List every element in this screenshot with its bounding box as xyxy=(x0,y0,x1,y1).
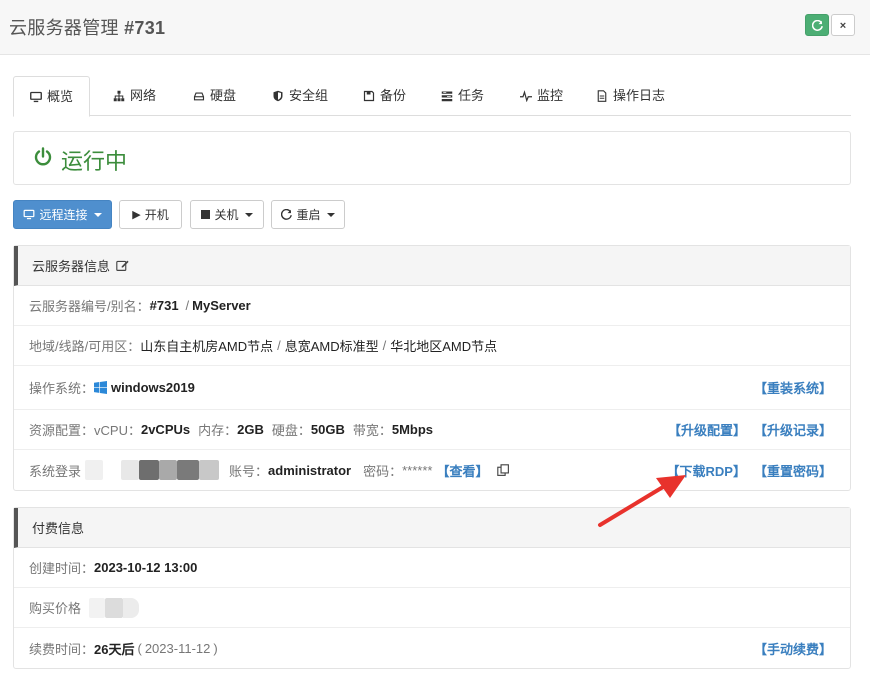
os-row: 操作系统： windows2019 【重装系统】 xyxy=(14,366,850,410)
view-password-link[interactable]: 【查看】 xyxy=(436,461,488,480)
copy-icon[interactable] xyxy=(496,463,510,477)
windows-icon xyxy=(94,381,108,394)
monitor-icon xyxy=(24,209,35,220)
caret-down-icon xyxy=(93,212,102,217)
tab-bar: 概览 网络 硬盘 安全组 备份 任务 监控 操作日志 xyxy=(13,76,851,117)
price-row: 购买价格 xyxy=(14,588,850,628)
title-bar: 云服务器管理 #731 × xyxy=(0,0,870,55)
resource-row: 资源配置： vCPU： 2vCPUs 内存： 2GB 硬盘： 50GB 带宽： … xyxy=(14,410,850,450)
caret-down-icon xyxy=(244,212,253,217)
network-icon xyxy=(113,90,125,102)
server-id-row: 云服务器编号/别名： #731 / MyServer xyxy=(14,286,850,326)
play-icon: ▶ xyxy=(132,209,141,221)
reboot-button[interactable]: 重启 xyxy=(271,200,345,229)
upgrade-config-link[interactable]: 【升级配置】 xyxy=(668,420,746,439)
shield-icon xyxy=(272,90,284,102)
tasks-icon xyxy=(441,90,453,102)
monitor-icon xyxy=(30,91,42,103)
refresh-icon xyxy=(281,209,293,220)
tab-network[interactable]: 网络 xyxy=(113,76,156,116)
reset-password-link[interactable]: 【重置密码】 xyxy=(754,461,832,480)
upgrade-log-link[interactable]: 【升级记录】 xyxy=(754,420,832,439)
renew-row: 续费时间： 26天后 ( 2023-11-12 ) 【手动续费】 xyxy=(29,639,832,658)
manual-renew-link[interactable]: 【手动续费】 xyxy=(754,639,832,658)
billing-panel: 付费信息 创建时间： 2023-10-12 13:00 购买价格 续费时间： 2… xyxy=(13,507,851,669)
tab-harddisk[interactable]: 硬盘 xyxy=(193,76,236,116)
start-button[interactable]: ▶ 开机 xyxy=(119,200,182,229)
pulse-icon xyxy=(520,90,532,102)
reinstall-os-link[interactable]: 【重装系统】 xyxy=(754,378,832,397)
billing-header: 付费信息 xyxy=(14,508,850,548)
tab-tasks[interactable]: 任务 xyxy=(441,76,484,116)
server-id-title: #731 xyxy=(124,18,166,38)
remote-connect-button[interactable]: 远程连接 xyxy=(13,200,112,229)
annotation-arrow-icon xyxy=(598,475,686,527)
edit-icon[interactable] xyxy=(116,259,129,272)
file-icon xyxy=(596,90,608,102)
shutdown-button[interactable]: 关机 xyxy=(190,200,264,229)
close-button[interactable]: × xyxy=(831,14,855,36)
page-title: 云服务器管理 #731 xyxy=(9,18,166,38)
save-icon xyxy=(363,90,375,102)
caret-down-icon xyxy=(326,212,335,217)
refresh-button[interactable] xyxy=(805,14,829,36)
server-info-panel: 云服务器信息 云服务器编号/别名： #731 / MyServer 地域/线路/… xyxy=(13,245,851,491)
tab-security-group[interactable]: 安全组 xyxy=(272,76,328,116)
status-text: 运行中 xyxy=(61,149,128,174)
server-info-header: 云服务器信息 xyxy=(14,246,850,286)
tab-operation-log[interactable]: 操作日志 xyxy=(596,76,665,116)
power-icon xyxy=(34,147,52,166)
tab-backup[interactable]: 备份 xyxy=(363,76,406,116)
tab-overview[interactable]: 概览 xyxy=(13,76,91,117)
harddisk-icon xyxy=(193,90,205,102)
server-status-box: 运行中 xyxy=(13,131,851,185)
server-alias: MyServer xyxy=(192,298,251,313)
created-row: 创建时间： 2023-10-12 13:00 xyxy=(14,548,850,588)
login-row: 系统登录 账号： administrator 密码： ****** 【查看】 【… xyxy=(14,450,850,490)
stop-icon xyxy=(201,210,211,219)
redacted-blur xyxy=(85,460,220,480)
refresh-icon xyxy=(811,19,823,31)
region-row: 地域/线路/可用区： 山东自主机房AMD节点 / 息宽AMD标准型 / 华北地区… xyxy=(14,326,850,366)
redacted-blur xyxy=(89,597,140,618)
tab-monitor[interactable]: 监控 xyxy=(520,76,563,116)
